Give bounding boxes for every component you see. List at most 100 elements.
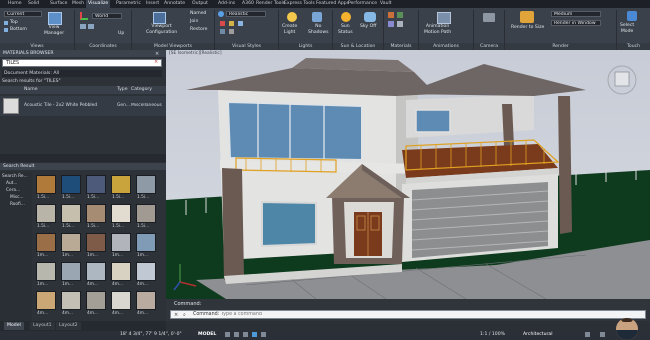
polar-icon[interactable] bbox=[252, 332, 257, 337]
shadow-icon[interactable] bbox=[220, 29, 225, 34]
tab-add-ins[interactable]: Add-ins bbox=[216, 0, 237, 8]
material-swatch[interactable] bbox=[136, 262, 156, 281]
material-swatch[interactable] bbox=[136, 233, 156, 252]
material-swatch[interactable] bbox=[86, 204, 106, 223]
material-swatch[interactable] bbox=[111, 175, 131, 194]
material-swatch[interactable] bbox=[111, 204, 131, 223]
sky-icon[interactable] bbox=[364, 12, 376, 22]
tab-home[interactable]: Home bbox=[6, 0, 24, 8]
motion-path-label[interactable]: Animation Motion Path bbox=[424, 24, 451, 36]
sun-status-label[interactable]: Sun Status bbox=[338, 24, 353, 36]
no-shadows-label[interactable]: No Shadows bbox=[308, 24, 329, 36]
tab-vault[interactable]: Vault bbox=[378, 0, 394, 8]
material-swatch[interactable] bbox=[136, 175, 156, 194]
materials-toggle-icon[interactable] bbox=[397, 21, 403, 27]
material-swatch[interactable] bbox=[111, 262, 131, 281]
view-bottom[interactable]: Bottom bbox=[10, 27, 27, 33]
material-swatch[interactable] bbox=[61, 262, 81, 281]
annotation-scale[interactable]: 1:1 / 100% bbox=[480, 332, 505, 337]
ucs-dropdown[interactable]: World bbox=[92, 13, 122, 19]
join-viewports-button[interactable]: Join bbox=[190, 19, 198, 25]
material-swatch[interactable] bbox=[136, 291, 156, 310]
close-icon[interactable]: × bbox=[155, 51, 159, 57]
material-swatch[interactable] bbox=[61, 233, 81, 252]
osnap-icon[interactable] bbox=[261, 332, 266, 337]
materials-editor-icon[interactable] bbox=[397, 12, 403, 18]
create-light-label[interactable]: Create Light bbox=[282, 24, 297, 36]
material-swatch[interactable] bbox=[86, 291, 106, 310]
column-header-category[interactable]: Category bbox=[131, 87, 152, 92]
workspace-icon[interactable] bbox=[585, 332, 590, 337]
material-search-input[interactable]: TILES bbox=[2, 59, 162, 67]
viewport-label[interactable]: [SE Isometric][Realistic] bbox=[169, 51, 222, 56]
tree-item[interactable]: Aut... bbox=[6, 181, 17, 186]
tab-mesh[interactable]: Mesh bbox=[70, 0, 86, 8]
ucs-up-label[interactable]: Up bbox=[118, 31, 124, 37]
snap-icon[interactable] bbox=[234, 332, 239, 337]
units-dropdown[interactable]: Architectural bbox=[523, 332, 553, 337]
sun-icon[interactable] bbox=[341, 12, 351, 22]
motion-path-icon[interactable] bbox=[437, 12, 451, 24]
lighting-icon[interactable] bbox=[229, 21, 234, 26]
tree-item[interactable]: Misc... bbox=[10, 195, 24, 200]
ucs-origin-icon[interactable] bbox=[80, 24, 86, 29]
light-bulb-icon[interactable] bbox=[287, 12, 297, 22]
view-dropdown[interactable]: Current bbox=[4, 11, 42, 17]
sky-off-label[interactable]: Sky Off bbox=[360, 24, 376, 30]
tab-annotate[interactable]: Annotate bbox=[162, 0, 187, 8]
command-input-box[interactable]: × ⌕ Command: bbox=[170, 310, 646, 319]
customize-icon[interactable] bbox=[600, 332, 605, 337]
tree-item[interactable]: Roofi... bbox=[10, 202, 25, 207]
tab-output[interactable]: Output bbox=[190, 0, 210, 8]
restore-viewports-button[interactable]: Restore bbox=[190, 27, 207, 33]
material-swatch[interactable] bbox=[136, 204, 156, 223]
viewport-config-icon[interactable] bbox=[153, 12, 166, 24]
layout-tab-model[interactable]: Model bbox=[4, 322, 24, 330]
viewport-config-label[interactable]: Viewport Configuration bbox=[146, 24, 177, 36]
column-header-type[interactable]: Type bbox=[117, 87, 128, 92]
ucs-icon[interactable] bbox=[80, 12, 88, 20]
select-mode-label[interactable]: Select Mode bbox=[620, 23, 634, 35]
render-destination-dropdown[interactable]: Render in Window bbox=[551, 20, 601, 26]
material-swatch[interactable] bbox=[61, 291, 81, 310]
tab-visualize[interactable]: Visualize bbox=[86, 0, 111, 8]
materials-browser-title[interactable]: MATERIALS BROWSER bbox=[0, 50, 166, 57]
close-cmd-icon[interactable]: × bbox=[174, 312, 178, 318]
shadows-icon[interactable] bbox=[312, 12, 322, 22]
material-swatch[interactable] bbox=[111, 291, 131, 310]
material-swatch[interactable] bbox=[36, 204, 56, 223]
camera-icon[interactable] bbox=[483, 13, 495, 22]
material-swatch[interactable] bbox=[111, 233, 131, 252]
view-manager-icon[interactable] bbox=[48, 12, 62, 25]
tab-insert[interactable]: Insert bbox=[144, 0, 161, 8]
named-viewports-button[interactable]: Named bbox=[190, 11, 206, 17]
xray-icon[interactable] bbox=[238, 21, 243, 26]
material-mapping-icon[interactable] bbox=[388, 21, 394, 27]
model-space-toggle[interactable]: MODEL bbox=[198, 332, 216, 337]
render-quality-dropdown[interactable]: Medium bbox=[551, 11, 601, 17]
tree-item[interactable]: Cera... bbox=[6, 188, 20, 193]
command-input[interactable] bbox=[221, 311, 621, 318]
view-manager-label[interactable]: View Manager bbox=[44, 25, 64, 37]
tab-parametric[interactable]: Parametric bbox=[114, 0, 143, 8]
layout-tab-layout2[interactable]: Layout2 bbox=[56, 322, 81, 330]
material-swatch[interactable] bbox=[36, 233, 56, 252]
tree-item[interactable]: Search Re... bbox=[2, 174, 28, 179]
material-swatch[interactable] bbox=[36, 291, 56, 310]
material-swatch[interactable] bbox=[61, 175, 81, 194]
material-swatch[interactable] bbox=[36, 262, 56, 281]
material-swatch[interactable] bbox=[86, 175, 106, 194]
tab-express-tools[interactable]: Express Tools bbox=[282, 0, 317, 8]
material-swatch[interactable] bbox=[36, 175, 56, 194]
clear-search-icon[interactable]: × bbox=[154, 59, 158, 65]
visual-style-dropdown[interactable]: Realistic bbox=[226, 11, 266, 17]
model-viewport[interactable]: [SE Isometric][Realistic] bbox=[166, 50, 650, 299]
material-swatch[interactable] bbox=[86, 262, 106, 281]
material-swatch[interactable] bbox=[61, 204, 81, 223]
layout-tab-layout1[interactable]: Layout1 bbox=[30, 322, 55, 330]
tab-performance[interactable]: Performance bbox=[346, 0, 379, 8]
color-icon[interactable] bbox=[229, 29, 234, 34]
ucs-z-icon[interactable] bbox=[88, 24, 94, 29]
view-top[interactable]: Top bbox=[10, 20, 18, 26]
ortho-icon[interactable] bbox=[243, 332, 248, 337]
